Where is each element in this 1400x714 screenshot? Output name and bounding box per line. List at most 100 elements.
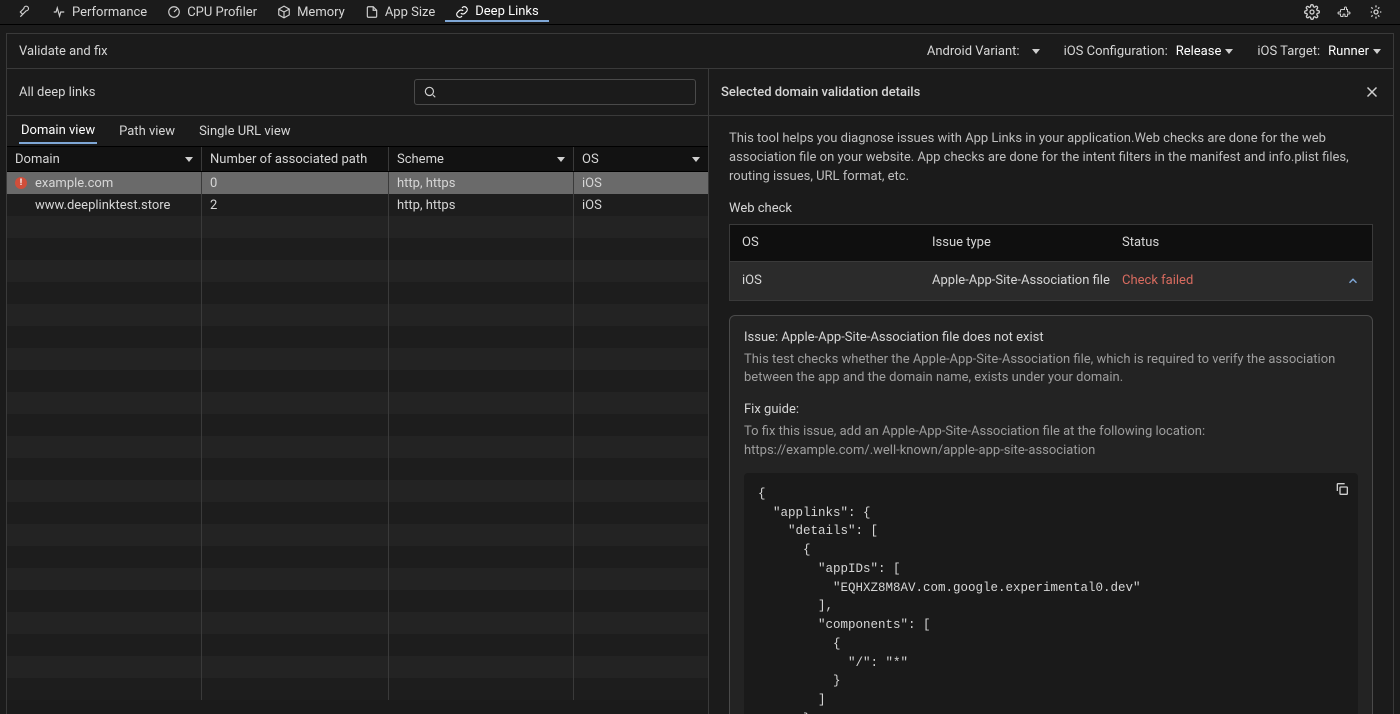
table-row — [7, 392, 708, 414]
table-row — [7, 502, 708, 524]
tab-label: Performance — [72, 5, 147, 20]
table-row — [7, 238, 708, 260]
table-row — [7, 524, 708, 546]
ios-configuration-dropdown[interactable]: iOS Configuration: Release — [1052, 44, 1246, 59]
cell-os: iOS — [574, 172, 708, 194]
cell-paths: 2 — [202, 194, 389, 216]
tab-single-url-view[interactable]: Single URL view — [197, 120, 292, 143]
fix-guide-description: To fix this issue, add an Apple-App-Site… — [744, 423, 1358, 461]
issue-description: This test checks whether the Apple-App-S… — [744, 351, 1358, 389]
tab-deep-links[interactable]: Deep Links — [445, 2, 548, 22]
table-header: Domain Number of associated path Scheme … — [7, 146, 708, 172]
left-panel: All deep links Domain view Path view Sin… — [6, 69, 709, 714]
wc-col-os: OS — [742, 235, 932, 250]
table-row — [7, 326, 708, 348]
wc-row-issue: Apple-App-Site-Association file — [932, 273, 1122, 288]
cube-icon — [277, 5, 291, 19]
wc-col-issue: Issue type — [932, 235, 1122, 250]
tab-performance[interactable]: Performance — [42, 3, 157, 22]
wc-row-status: Check failed — [1122, 273, 1193, 288]
fix-guide-label: Fix guide: — [744, 402, 1358, 417]
error-icon: ! — [15, 177, 27, 189]
chevron-down-icon — [185, 157, 193, 162]
table-row — [7, 546, 708, 568]
right-panel: Selected domain validation details This … — [709, 69, 1394, 714]
chevron-up-icon — [1346, 274, 1360, 288]
web-check-row[interactable]: iOS Apple-App-Site-Association file Chec… — [729, 262, 1373, 301]
column-os[interactable]: OS — [574, 147, 708, 171]
table-row — [7, 414, 708, 436]
chevron-down-icon — [1373, 49, 1381, 54]
validation-description: This tool helps you diagnose issues with… — [729, 130, 1373, 187]
column-domain[interactable]: Domain — [7, 147, 202, 171]
cell-scheme: http, https — [389, 172, 574, 194]
tool-icon-left[interactable] — [8, 3, 42, 21]
issue-title: Issue: Apple-App-Site-Association file d… — [744, 330, 1358, 345]
table-row — [7, 216, 708, 238]
config-label: Android Variant: — [927, 44, 1020, 59]
code-snippet: { "applinks": { "details": [ { "appIDs":… — [744, 473, 1358, 714]
table-row — [7, 590, 708, 612]
table-row[interactable]: !example.com0http, httpsiOS — [7, 172, 708, 194]
search-field[interactable] — [443, 84, 687, 101]
table-row — [7, 348, 708, 370]
table-row — [7, 634, 708, 656]
search-input[interactable] — [414, 79, 696, 105]
table-row — [7, 678, 708, 700]
table-row — [7, 656, 708, 678]
table-row — [7, 282, 708, 304]
deep-links-table: Domain Number of associated path Scheme … — [7, 146, 709, 714]
web-check-label: Web check — [729, 201, 1373, 216]
table-row[interactable]: www.deeplinktest.store2http, httpsiOS — [7, 194, 708, 216]
table-row — [7, 370, 708, 392]
column-scheme[interactable]: Scheme — [389, 147, 574, 171]
tab-domain-view[interactable]: Domain view — [19, 119, 97, 144]
chevron-down-icon — [692, 157, 700, 162]
wrench-icon — [18, 5, 32, 19]
table-row — [7, 436, 708, 458]
view-tabs: Domain view Path view Single URL view — [7, 116, 709, 146]
column-paths[interactable]: Number of associated path — [202, 147, 389, 171]
file-icon — [365, 5, 379, 19]
pulse-icon — [52, 5, 66, 19]
tab-label: App Size — [385, 5, 435, 20]
cell-paths: 0 — [202, 172, 389, 194]
config-label: iOS Target: — [1257, 44, 1320, 59]
android-variant-dropdown[interactable]: Android Variant: — [915, 44, 1052, 59]
extension-icon[interactable] — [1328, 2, 1360, 22]
table-row — [7, 260, 708, 282]
cell-domain: www.deeplinktest.store — [7, 194, 202, 216]
top-tabs: Performance CPU Profiler Memory App Size… — [0, 0, 1400, 25]
chevron-down-icon — [557, 157, 565, 162]
link-icon — [455, 5, 469, 19]
right-panel-title: Selected domain validation details — [721, 85, 1363, 100]
left-panel-header: All deep links — [7, 69, 709, 116]
web-check-header: OS Issue type Status — [729, 224, 1373, 262]
tab-memory[interactable]: Memory — [267, 3, 355, 22]
table-row — [7, 568, 708, 590]
close-button[interactable] — [1363, 83, 1381, 101]
gauge-icon — [167, 5, 181, 19]
chevron-down-icon — [1032, 49, 1040, 54]
right-panel-header: Selected domain validation details — [709, 69, 1393, 116]
tab-path-view[interactable]: Path view — [117, 120, 177, 143]
tab-label: Deep Links — [475, 4, 538, 19]
collapse-button[interactable] — [1346, 274, 1360, 288]
config-bar: Validate and fix Android Variant: iOS Co… — [6, 33, 1394, 69]
table-row — [7, 480, 708, 502]
table-row — [7, 304, 708, 326]
cell-domain: !example.com — [7, 172, 202, 194]
settings-icon[interactable] — [1296, 2, 1328, 22]
config-label: iOS Configuration: — [1064, 44, 1168, 59]
ios-target-dropdown[interactable]: iOS Target: Runner — [1245, 44, 1393, 59]
table-row — [7, 458, 708, 480]
copy-button[interactable] — [1334, 481, 1350, 497]
chevron-down-icon — [1225, 49, 1233, 54]
bug-icon[interactable] — [1360, 2, 1392, 22]
tab-cpu-profiler[interactable]: CPU Profiler — [157, 3, 267, 22]
tab-label: CPU Profiler — [187, 5, 257, 20]
issue-detail-box: Issue: Apple-App-Site-Association file d… — [729, 315, 1373, 714]
cell-scheme: http, https — [389, 194, 574, 216]
tab-app-size[interactable]: App Size — [355, 3, 445, 22]
wc-row-os: iOS — [742, 273, 932, 288]
